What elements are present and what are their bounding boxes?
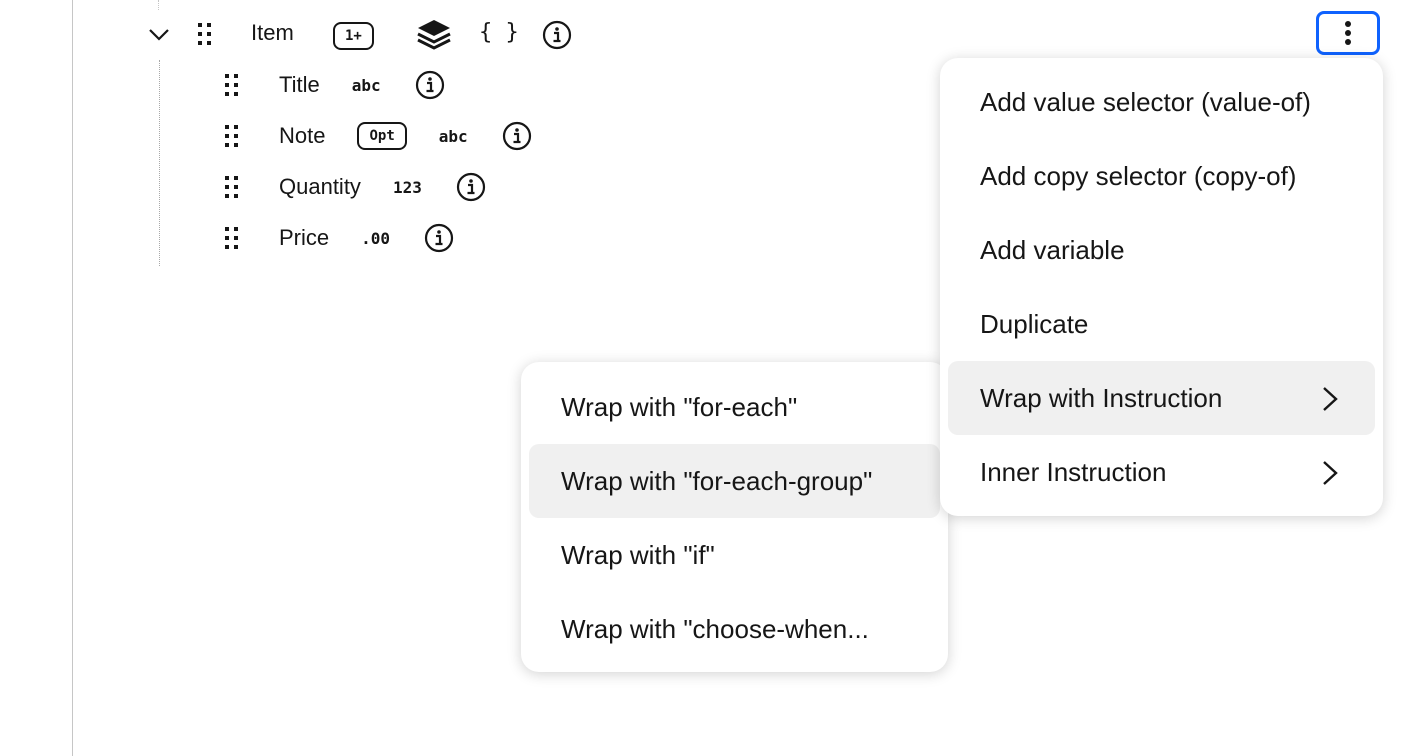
- tree-row-quantity[interactable]: Quantity 123: [279, 172, 486, 202]
- drag-handle-icon[interactable]: [225, 227, 239, 249]
- menu-item-add-value-selector[interactable]: Add value selector (value-of): [948, 65, 1375, 139]
- info-icon[interactable]: [456, 172, 486, 202]
- mapping-editor: Item 1+ { } Title abc Note Opt abc Quantity 12…: [0, 0, 1420, 756]
- node-label-quantity: Quantity: [279, 174, 361, 199]
- tree-row-note[interactable]: Note Opt abc: [279, 121, 532, 151]
- wrap-submenu: Wrap with "for-each" Wrap with "for-each…: [521, 362, 948, 672]
- overflow-menu-vertical-icon: [1345, 21, 1351, 45]
- tree-row-title[interactable]: Title abc: [279, 70, 445, 100]
- type-glyph-icon: .00: [361, 228, 391, 248]
- info-icon[interactable]: [424, 223, 454, 253]
- tree-row-price[interactable]: Price .00: [279, 223, 454, 253]
- context-menu: Add value selector (value-of) Add copy s…: [940, 58, 1383, 516]
- drag-handle-icon[interactable]: [198, 23, 212, 45]
- panel-divider: [72, 0, 73, 756]
- drag-handle-icon[interactable]: [225, 74, 239, 96]
- info-icon[interactable]: [502, 121, 532, 151]
- type-glyph-icon: abc: [351, 75, 381, 95]
- node-label-note: Note: [279, 123, 326, 148]
- menu-item-wrap-with-instruction[interactable]: Wrap with Instruction: [948, 361, 1375, 435]
- submenu-item-if[interactable]: Wrap with "if": [529, 518, 940, 592]
- type-glyph-icon: 123: [392, 177, 422, 197]
- chevron-down-icon[interactable]: [147, 22, 171, 46]
- info-icon[interactable]: [415, 70, 445, 100]
- drag-handle-icon[interactable]: [225, 176, 239, 198]
- cardinality-badge: 1+: [333, 22, 374, 50]
- overflow-menu-button[interactable]: [1316, 11, 1380, 55]
- node-label-price: Price: [279, 225, 330, 250]
- drag-handle-icon[interactable]: [225, 125, 239, 147]
- type-glyph-icon: abc: [438, 126, 468, 146]
- menu-item-add-copy-selector[interactable]: Add copy selector (copy-of): [948, 139, 1375, 213]
- braces-icon: { }: [479, 20, 519, 45]
- menu-item-add-variable[interactable]: Add variable: [948, 213, 1375, 287]
- submenu-item-choose-when[interactable]: Wrap with "choose-when...: [529, 592, 940, 666]
- submenu-item-for-each-group[interactable]: Wrap with "for-each-group": [529, 444, 940, 518]
- tree-guide: [159, 60, 160, 266]
- optional-badge: Opt: [357, 122, 407, 150]
- menu-item-inner-instruction[interactable]: Inner Instruction: [948, 435, 1375, 509]
- info-icon[interactable]: [542, 20, 572, 50]
- node-label-item[interactable]: Item: [251, 20, 294, 46]
- chevron-right-icon: [1323, 461, 1338, 485]
- layers-icon: [416, 18, 452, 57]
- menu-item-duplicate[interactable]: Duplicate: [948, 287, 1375, 361]
- submenu-item-for-each[interactable]: Wrap with "for-each": [529, 370, 940, 444]
- node-label-title: Title: [279, 72, 320, 97]
- chevron-right-icon: [1323, 387, 1338, 411]
- tree-guide-top: [158, 0, 159, 10]
